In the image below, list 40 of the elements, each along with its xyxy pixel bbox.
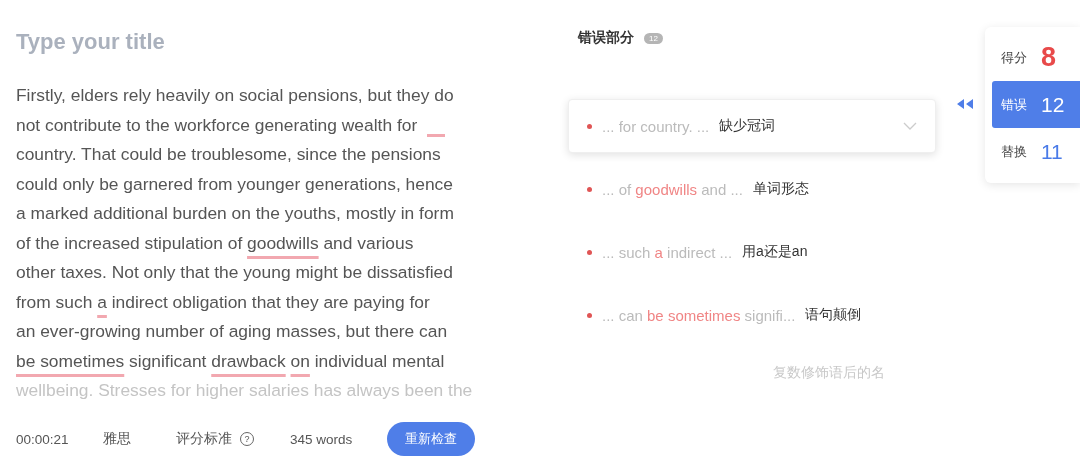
timer: 00:00:21: [16, 431, 70, 447]
error-snippet: ... of goodwills and ...: [602, 180, 743, 198]
error-snippet: ... can be sometimes signifi...: [602, 306, 796, 324]
bullet-icon: [587, 123, 592, 129]
error-snippet: ... such a indirect ...: [602, 243, 733, 261]
recheck-button[interactable]: 重新检查: [387, 422, 475, 456]
error-item[interactable]: ... for country. ... 缺少冠词: [568, 99, 936, 153]
missing-word-mark: [427, 133, 446, 137]
essay-line: could only be garnered from younger generations, hence: [16, 172, 454, 196]
error-type: 用a还是an: [742, 243, 808, 261]
essay-line: country. That could be troublesome, since the pensions: [16, 143, 442, 166]
error-type: 语句颠倒: [805, 306, 862, 324]
bullet-icon: [587, 312, 592, 318]
essay-line: a marked additional burden on the youths, mostly in form: [16, 202, 455, 225]
title-field[interactable]: Type your title: [16, 29, 456, 55]
error-snippet: ... for country. ...: [602, 117, 710, 135]
essay-line: an ever-growing number of aging masses, but there can: [16, 320, 449, 343]
word-count: 345 words: [290, 431, 354, 447]
summary-value: 11: [1041, 139, 1063, 164]
collapse-icon[interactable]: [957, 99, 973, 109]
essay-line: be sometimes significant drawback on individual mental: [16, 349, 446, 373]
essay-line: from such a indirect obligation that they are paying for: [16, 290, 431, 314]
bullet-icon: [587, 249, 592, 255]
summary-value: 12: [1041, 92, 1065, 117]
summary-tab[interactable]: 得分 8: [992, 34, 1080, 81]
bullet-icon: [587, 186, 592, 192]
essay-line: wellbeing. Stresses for higher salaries has always been the: [16, 379, 474, 402]
error-type: 单词形态: [752, 180, 809, 198]
errors-heading: 错误部分: [578, 29, 634, 47]
essay-line: Firstly, elders rely heavily on social pensions, but they do: [16, 84, 455, 107]
essay-line: not contribute to the workforce generating wealth for: [16, 110, 480, 140]
summary-value: 8: [1041, 42, 1057, 73]
summary-tab[interactable]: 错误 12: [992, 81, 1080, 128]
criteria-label: 评分标准: [176, 430, 232, 448]
summary-tab[interactable]: 替换 11: [992, 128, 1080, 175]
essay-line: other taxes. Not only that the young might be dissatisfied: [16, 261, 454, 284]
essay-line: of the increased stipulation of goodwills and various: [16, 231, 415, 255]
exam-type: 雅思: [103, 430, 132, 448]
error-type: 缺少冠词: [719, 117, 776, 135]
error-count-badge: 12: [644, 32, 663, 44]
